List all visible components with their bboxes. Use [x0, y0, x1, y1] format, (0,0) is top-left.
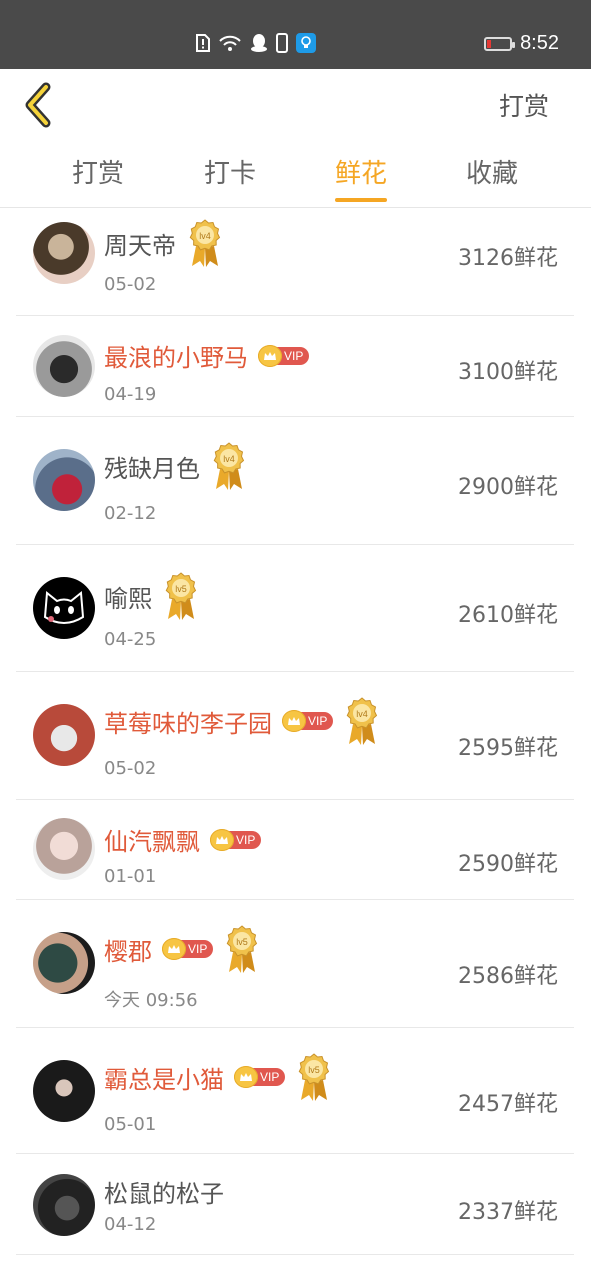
- avatar: [33, 335, 95, 397]
- list-item-score: 2595鲜花: [458, 736, 558, 761]
- reward-button[interactable]: 打赏: [499, 87, 549, 123]
- crown-icon: [234, 1066, 258, 1088]
- level-medal-icon: lv5: [162, 571, 200, 621]
- list-item-score: 2337鲜花: [458, 1200, 558, 1225]
- list-item-date: 05-01: [104, 1114, 157, 1135]
- list-item-score: 2610鲜花: [458, 603, 558, 628]
- user-name: 最浪的小野马: [104, 344, 248, 372]
- list-item-score: 2590鲜花: [458, 852, 558, 877]
- crown-icon: [282, 710, 306, 732]
- crown-icon: [210, 828, 234, 851]
- status-right: 8:52: [484, 32, 559, 55]
- qq-icon: [250, 33, 268, 57]
- avatar: [33, 1060, 95, 1122]
- list-item[interactable]: 周天帝 lv4 05-02 3126鲜花: [16, 208, 574, 316]
- cat-face-icon: [43, 591, 85, 624]
- avatar: [33, 449, 95, 511]
- user-name: 樱郡: [104, 937, 152, 966]
- wifi-icon: [218, 34, 242, 56]
- vip-badge: VIP: [210, 828, 262, 851]
- user-name: 仙汽飘飘: [104, 828, 200, 856]
- list-item-date: 04-12: [104, 1214, 157, 1235]
- crown-icon: [162, 938, 186, 960]
- chevron-left-icon: [25, 82, 51, 128]
- level-medal-icon: lv4: [210, 441, 248, 491]
- svg-text:lv4: lv4: [223, 454, 235, 464]
- list-item[interactable]: 松鼠的松子 04-12 2337鲜花: [16, 1154, 574, 1255]
- list-item-date: 04-25: [104, 629, 157, 650]
- list-item-date: 04-19: [104, 384, 157, 405]
- user-name: 松鼠的松子: [104, 1180, 224, 1208]
- vip-badge: VIP: [162, 938, 214, 960]
- list-item-date: 05-02: [104, 274, 157, 295]
- svg-text:lv5: lv5: [175, 584, 187, 594]
- tab-active-indicator: [335, 198, 387, 202]
- level-medal-icon: lv4: [186, 218, 224, 268]
- list-item-date: 05-02: [104, 758, 157, 779]
- back-button[interactable]: [18, 81, 62, 129]
- vip-badge: VIP: [234, 1066, 286, 1088]
- vip-badge: VIP: [258, 344, 310, 367]
- user-name: 草莓味的李子园: [104, 709, 272, 738]
- avatar: [33, 577, 95, 639]
- list-item[interactable]: 最浪的小野马 VIP 04-19 3100鲜花: [16, 316, 574, 417]
- svg-text:lv4: lv4: [357, 709, 369, 719]
- tab-reward[interactable]: 打赏: [48, 153, 148, 190]
- svg-text:lv4: lv4: [199, 231, 211, 241]
- header: 打赏: [0, 69, 591, 141]
- tab-bar: 打赏 打卡 鲜花 收藏: [0, 141, 591, 208]
- list-item-score: 3100鲜花: [458, 360, 558, 385]
- status-icons: [196, 33, 316, 57]
- list-item[interactable]: 喻熙 lv5 04-25 2610鲜花: [16, 545, 574, 672]
- user-name: 喻熙: [104, 584, 152, 613]
- phone-icon: [276, 33, 288, 57]
- avatar: [33, 222, 95, 284]
- list-item-score: 2586鲜花: [458, 964, 558, 989]
- tab-favorites[interactable]: 收藏: [442, 153, 542, 190]
- tab-checkin[interactable]: 打卡: [180, 153, 280, 190]
- crown-icon: [258, 344, 282, 367]
- list-item-date: 02-12: [104, 503, 157, 524]
- list-item-score: 2900鲜花: [458, 475, 558, 500]
- user-name: 霸总是小猫: [104, 1065, 224, 1094]
- list-item[interactable]: 草莓味的李子园 VIP lv4 05-02 2595鲜花: [16, 672, 574, 800]
- user-name: 周天帝: [104, 231, 176, 260]
- vip-badge: VIP: [282, 710, 334, 732]
- level-medal-icon: lv4: [343, 696, 381, 746]
- level-medal-icon: lv5: [295, 1052, 333, 1102]
- avatar: [33, 1174, 95, 1236]
- list-item-score: 2457鲜花: [458, 1092, 558, 1117]
- sim-alert-icon: [196, 34, 210, 56]
- list-item[interactable]: 仙汽飘飘 VIP 01-01 2590鲜花: [16, 800, 574, 900]
- list-item-score: 3126鲜花: [458, 246, 558, 271]
- list-item-date: 今天 09:56: [104, 990, 198, 1011]
- list-item-date: 01-01: [104, 866, 157, 887]
- avatar: [33, 818, 95, 880]
- avatar: [33, 932, 95, 994]
- list-item[interactable]: 霸总是小猫 VIP lv5 05-01 2457鲜花: [16, 1028, 574, 1154]
- list-item[interactable]: 残缺月色 lv4 02-12 2900鲜花: [16, 417, 574, 545]
- level-medal-icon: lv5: [223, 924, 261, 974]
- status-bar: 8:52: [0, 0, 591, 69]
- avatar: [33, 704, 95, 766]
- tab-flowers[interactable]: 鲜花: [311, 153, 411, 190]
- user-name: 残缺月色: [104, 454, 200, 483]
- battery-icon: [484, 36, 516, 51]
- list-item[interactable]: 樱郡 VIP lv5 今天 09:56 2586鲜花: [16, 900, 574, 1028]
- svg-text:lv5: lv5: [309, 1065, 321, 1075]
- svg-text:lv5: lv5: [237, 937, 249, 947]
- status-time: 8:52: [520, 32, 559, 54]
- lightbulb-app-icon: [296, 33, 316, 57]
